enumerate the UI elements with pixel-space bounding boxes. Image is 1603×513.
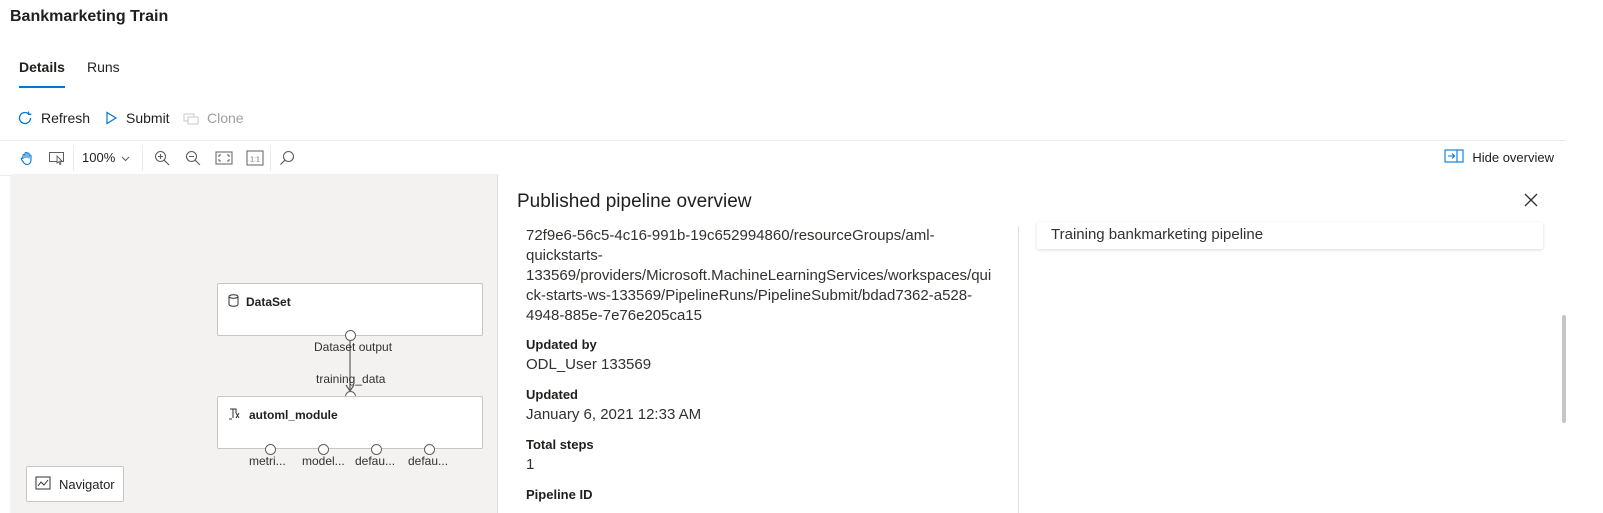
clone-icon	[183, 111, 199, 125]
toolbar-divider	[270, 145, 271, 171]
rest-endpoint-value: 72f9e6-56c5-4c16-991b-19c652994860/resou…	[526, 226, 1012, 326]
submit-button[interactable]: Submit	[104, 110, 170, 126]
actual-size-icon[interactable]: 1:1	[245, 148, 265, 168]
description-card: Training bankmarketing pipeline	[1037, 222, 1543, 249]
active-tab-indicator	[19, 86, 65, 88]
total-steps-label: Total steps	[526, 437, 594, 452]
search-icon[interactable]	[277, 148, 297, 168]
dataset-output-label: Dataset output	[314, 340, 393, 354]
output-port-label: defau...	[408, 454, 449, 468]
chevron-down-icon	[121, 150, 130, 165]
database-icon	[228, 294, 239, 310]
navigator-button[interactable]: Navigator	[26, 466, 124, 502]
updated-by-label: Updated by	[526, 337, 597, 352]
navigator-icon	[35, 476, 51, 493]
select-icon[interactable]	[47, 148, 67, 168]
refresh-icon	[17, 110, 33, 126]
command-bar: Refresh Submit Clone	[0, 104, 400, 132]
overview-panel: Published pipeline overview 72f9e6-56c5-…	[497, 174, 1567, 513]
overview-details: 72f9e6-56c5-4c16-991b-19c652994860/resou…	[526, 226, 1012, 505]
dataset-node-title: DataSet	[228, 294, 291, 310]
close-icon[interactable]	[1523, 192, 1539, 208]
page-title: Bankmarketing Train	[10, 8, 169, 25]
total-steps-value: 1	[526, 456, 535, 473]
hand-pan-icon[interactable]	[17, 148, 37, 168]
refresh-label: Refresh	[41, 110, 91, 126]
zoom-in-icon[interactable]	[152, 148, 172, 168]
svg-text:1:1: 1:1	[250, 157, 260, 164]
output-port-label: defau...	[355, 454, 396, 468]
submit-label: Submit	[126, 110, 170, 126]
play-icon	[104, 111, 118, 125]
canvas-toolbar: 100% 1:1 Hide overview	[0, 140, 1566, 176]
output-port-label: metri...	[249, 454, 286, 468]
automl-module-node[interactable]: automl_module	[217, 396, 483, 449]
pipeline-canvas[interactable]: DataSet Dataset output training_data aut…	[10, 174, 498, 513]
hide-overview-label: Hide overview	[1472, 150, 1554, 165]
endpoint-line: 72f9e6-56c5-4c16-991b-19c652994860/resou…	[526, 227, 935, 244]
module-icon	[228, 407, 242, 423]
overview-title: Published pipeline overview	[517, 191, 752, 212]
clone-label: Clone	[207, 110, 244, 126]
panel-scrollbar[interactable]	[1562, 315, 1566, 423]
output-port-label: model...	[302, 454, 345, 468]
clone-button[interactable]: Clone	[183, 110, 244, 126]
refresh-button[interactable]: Refresh	[17, 110, 90, 126]
pipeline-id-label: Pipeline ID	[526, 487, 593, 502]
endpoint-line: 4948-885e-7e76e205ca15	[526, 307, 702, 324]
dataset-node-label: DataSet	[246, 295, 291, 309]
toolbar-divider	[142, 145, 143, 171]
fit-screen-icon[interactable]	[214, 148, 234, 168]
training-data-label: training_data	[316, 372, 386, 386]
toolbar-divider	[73, 145, 74, 171]
dataset-node[interactable]: DataSet	[217, 283, 483, 336]
tab-runs[interactable]: Runs	[87, 56, 120, 75]
updated-by-value: ODL_User 133569	[526, 356, 652, 373]
endpoint-line: ck-starts-ws-133569/PipelineRuns/Pipelin…	[526, 287, 973, 304]
automl-node-title: automl_module	[228, 407, 338, 423]
endpoint-line: quickstarts-	[526, 247, 603, 264]
endpoint-line: 133569/providers/Microsoft.MachineLearni…	[526, 267, 992, 284]
panel-collapse-icon	[1444, 149, 1464, 166]
column-divider	[1018, 226, 1019, 513]
automl-node-label: automl_module	[249, 408, 338, 422]
updated-value: January 6, 2021 12:33 AM	[526, 406, 702, 423]
tab-details[interactable]: Details	[19, 56, 65, 75]
zoom-value: 100%	[82, 150, 116, 165]
navigator-label: Navigator	[59, 476, 115, 492]
updated-label: Updated	[526, 387, 578, 402]
zoom-out-icon[interactable]	[183, 148, 203, 168]
hide-overview-button[interactable]: Hide overview	[1444, 149, 1554, 166]
zoom-dropdown[interactable]: 100%	[82, 150, 130, 165]
